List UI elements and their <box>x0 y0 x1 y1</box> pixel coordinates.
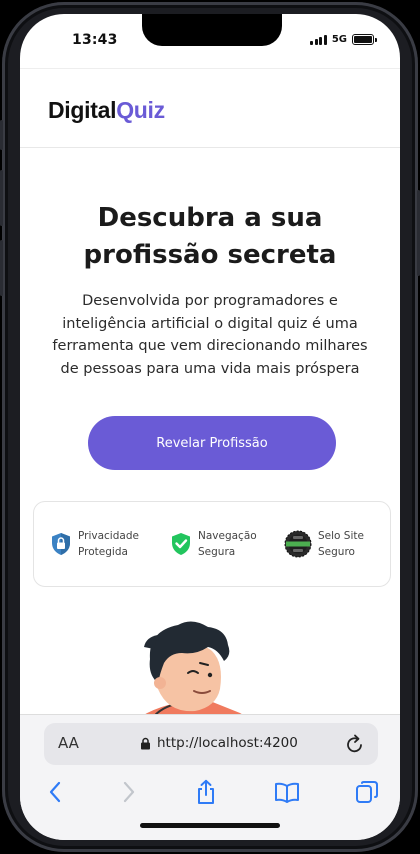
browser-toolbar <box>20 777 400 807</box>
mute-switch <box>0 120 3 150</box>
hero-title: Descubra a sua profissão secreta <box>20 200 400 274</box>
reload-icon[interactable] <box>346 734 364 754</box>
status-indicators: 5G <box>310 34 377 45</box>
reader-aa-button[interactable]: AA <box>58 734 79 752</box>
logo[interactable]: DigitalQuiz <box>48 97 165 124</box>
trust-badges: Privacidade Protegida Navegação Segura S… <box>33 501 391 587</box>
status-time: 13:43 <box>72 32 118 48</box>
bookmarks-button[interactable] <box>272 777 302 807</box>
tabs-icon <box>356 781 378 803</box>
signal-icon <box>310 34 327 45</box>
shield-lock-icon <box>52 533 70 555</box>
dynamic-notch <box>142 14 282 46</box>
logo-quiz: Quiz <box>116 97 165 123</box>
phone-screen: 13:43 5G DigitalQuiz Descubra a sua prof… <box>20 14 400 840</box>
trust-label-privacy: Privacidade Protegida <box>78 530 139 558</box>
browser-bar: AA http://localhost:4200 <box>20 714 400 840</box>
logo-digital: Digital <box>48 97 117 123</box>
hero-desc-line1: Desenvolvida por programadores e <box>82 293 338 309</box>
share-icon <box>198 779 214 804</box>
forward-button[interactable] <box>114 777 144 807</box>
network-label: 5G <box>331 34 347 45</box>
hero-desc-line3: ferramenta que vem direcionando milhares <box>52 338 368 354</box>
battery-icon <box>352 34 377 45</box>
hero-description: Desenvolvida por programadores e intelig… <box>36 290 384 380</box>
trust-item-navigation: Navegação Segura <box>170 528 257 560</box>
volume-down-button <box>0 240 3 296</box>
forward-icon <box>123 781 135 803</box>
hero-title-line2: profissão secreta <box>83 240 337 270</box>
site-header: DigitalQuiz <box>20 68 400 148</box>
volume-up-button <box>0 170 3 226</box>
tabs-button[interactable] <box>352 777 382 807</box>
url-display[interactable]: http://localhost:4200 <box>140 735 298 751</box>
seal-icon <box>284 530 312 558</box>
reveal-profession-button[interactable]: Revelar Profissão <box>88 416 336 470</box>
trust-label-navigation: Navegação Segura <box>198 530 257 558</box>
trust-label-seal: Selo Site Seguro <box>318 530 364 558</box>
back-button[interactable] <box>40 777 70 807</box>
url-text: http://localhost:4200 <box>157 735 298 751</box>
back-icon <box>49 781 61 803</box>
home-indicator <box>140 823 280 828</box>
shield-check-icon <box>172 533 190 555</box>
share-button[interactable] <box>191 777 221 807</box>
person-illustration <box>140 621 250 719</box>
bookmarks-icon <box>275 782 299 803</box>
trust-item-seal: Selo Site Seguro <box>284 528 364 560</box>
hero-title-line1: Descubra a sua <box>97 203 323 233</box>
hero-desc-line2: inteligência artificial o digital quiz é… <box>62 315 358 332</box>
address-bar[interactable]: AA http://localhost:4200 <box>44 723 378 765</box>
status-bar: 13:43 5G <box>20 14 400 68</box>
hero-desc-line4: de pessoas para uma vida mais próspera <box>60 360 360 377</box>
trust-item-privacy: Privacidade Protegida <box>50 528 139 560</box>
lock-icon <box>141 737 150 749</box>
